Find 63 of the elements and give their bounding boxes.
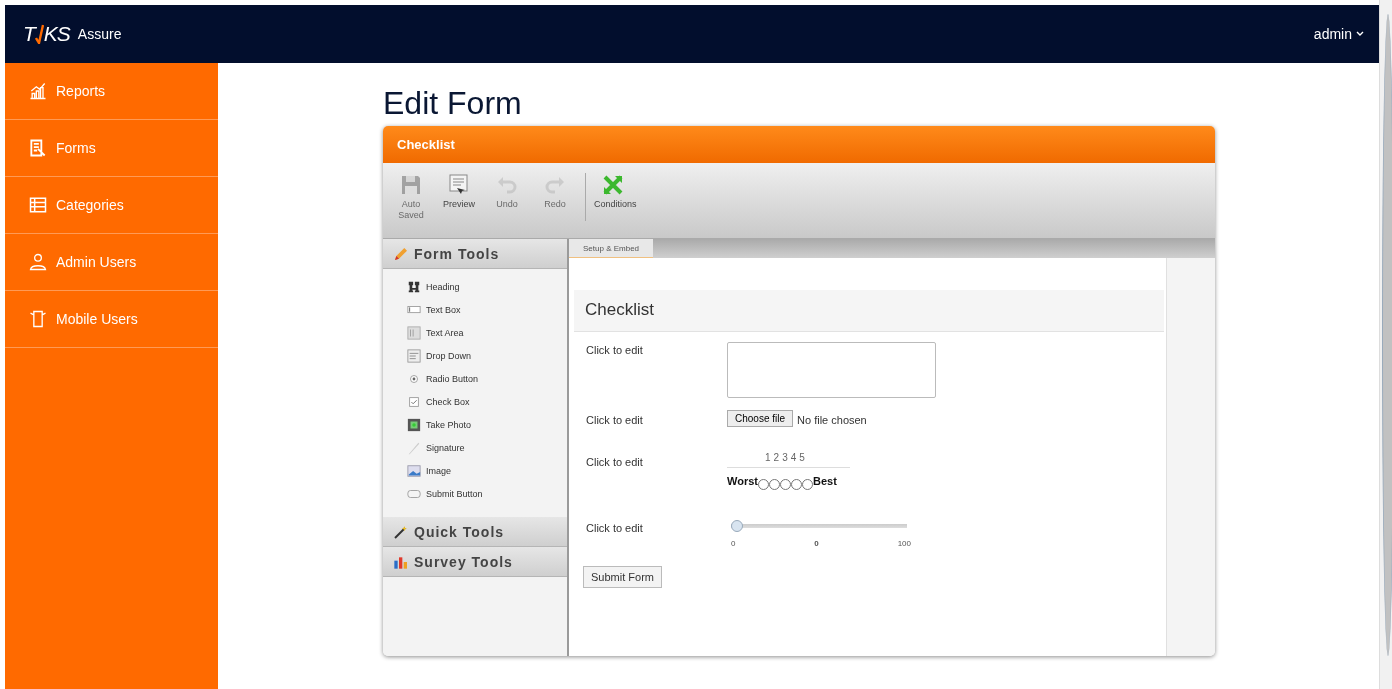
scale-number: 2 — [773, 452, 780, 463]
tool-item[interactable]: Drop Down — [407, 346, 567, 365]
slider-min-label: 0 — [731, 539, 736, 548]
section-header[interactable]: Survey Tools — [383, 547, 567, 577]
logo: T KS — [23, 22, 70, 46]
user-icon — [28, 252, 48, 272]
scale-low-label: Worst — [727, 475, 758, 487]
list-icon — [28, 195, 48, 215]
scale-high-label: Best — [812, 475, 837, 487]
radio-button[interactable] — [801, 479, 813, 490]
text-area[interactable] — [727, 342, 936, 398]
scale-number: 4 — [790, 452, 797, 463]
radio-button[interactable] — [779, 479, 791, 490]
phone-icon — [28, 309, 48, 329]
scale-number: 5 — [799, 452, 805, 463]
submit-button[interactable]: Submit Form — [583, 566, 662, 588]
field-label[interactable]: Click to edit — [586, 332, 727, 356]
tool-item[interactable]: Text Box — [407, 300, 567, 319]
chart-icon — [28, 81, 48, 101]
panel-header: Checklist — [383, 126, 1215, 163]
field-label[interactable]: Click to edit — [586, 444, 727, 468]
save-icon — [399, 173, 423, 197]
image-icon — [407, 463, 421, 478]
user-menu[interactable]: admin — [1313, 26, 1364, 42]
tool-item[interactable]: Radio Button — [407, 369, 567, 388]
choose-file-button[interactable]: Choose file — [727, 410, 794, 427]
field-label[interactable]: Click to edit — [586, 510, 727, 534]
section-header[interactable]: Form Tools — [383, 239, 567, 269]
form-icon — [28, 138, 48, 158]
toolbar-button[interactable]: Conditions — [585, 173, 635, 221]
radio-button[interactable] — [757, 479, 769, 490]
tool-item[interactable]: Take Photo — [407, 415, 567, 434]
radio-button[interactable] — [790, 479, 802, 490]
scrollbar[interactable] — [1379, 0, 1392, 689]
form-heading: Checklist — [574, 290, 1164, 332]
photo-icon — [407, 417, 421, 432]
heading-icon — [407, 279, 421, 294]
toolbar-button[interactable]: Preview — [437, 173, 481, 210]
scale-number: 1 — [765, 452, 771, 463]
tool-item[interactable]: Check Box — [407, 392, 567, 411]
tab[interactable]: Setup & Embed — [569, 239, 654, 258]
crossed-arrows-icon — [601, 173, 625, 197]
caret-icon — [1356, 31, 1364, 37]
scale-number: 3 — [782, 452, 788, 463]
slider-max-label: 100 — [897, 539, 911, 548]
section-header[interactable]: Quick Tools — [383, 517, 567, 547]
tool-item[interactable]: Signature — [407, 438, 567, 457]
radio-button[interactable] — [768, 479, 780, 490]
field-label[interactable]: Click to edit — [586, 402, 727, 426]
drop-down-icon — [407, 348, 421, 363]
product-name: Assure — [77, 26, 122, 42]
tool-item[interactable]: Image — [407, 461, 567, 480]
text-area-icon — [407, 325, 421, 340]
slider-thumb[interactable] — [731, 520, 743, 532]
checkbox-icon — [407, 394, 421, 409]
tool-item[interactable]: Submit Button — [407, 484, 567, 503]
tool-item[interactable]: Heading — [407, 277, 567, 296]
page-title: Edit Form — [383, 85, 523, 122]
pencil-icon — [393, 245, 409, 262]
slider-value: 0 — [814, 539, 819, 548]
tool-item[interactable]: Text Area — [407, 323, 567, 342]
pen-stroke-icon — [407, 440, 421, 455]
file-status: No file chosen — [797, 414, 867, 426]
